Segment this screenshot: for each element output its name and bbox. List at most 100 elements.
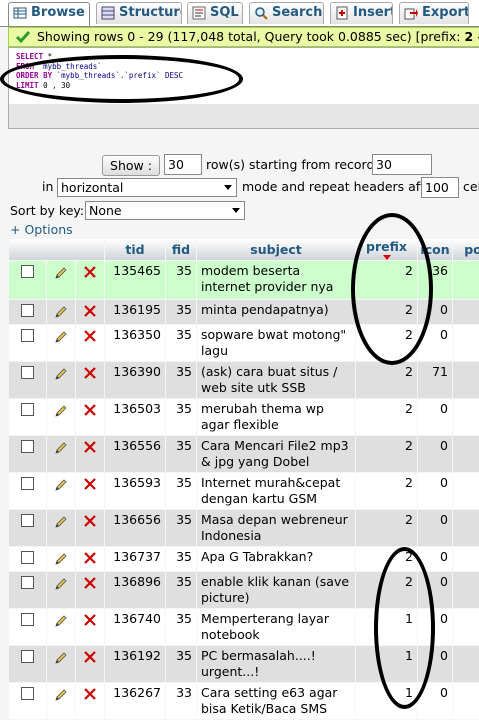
- row-checkbox[interactable]: [9, 473, 46, 509]
- edit-icon[interactable]: [47, 683, 75, 719]
- edit-icon[interactable]: [47, 572, 75, 608]
- display-mode-select[interactable]: horizontal: [57, 178, 237, 197]
- column-header-fid[interactable]: fid: [166, 239, 196, 260]
- delete-icon[interactable]: [76, 325, 104, 361]
- cell-subject: Cara setting e63 agar bisa Ketik/Baca SM…: [197, 683, 355, 719]
- checkbox-box[interactable]: [21, 650, 34, 663]
- pencil-icon: [55, 479, 67, 491]
- checkbox-box[interactable]: [21, 576, 34, 589]
- row-checkbox[interactable]: [9, 646, 46, 682]
- checkbox-box[interactable]: [21, 477, 34, 490]
- column-header-icon[interactable]: icon: [418, 239, 452, 260]
- delete-icon[interactable]: [76, 362, 104, 398]
- checkbox-box[interactable]: [21, 440, 34, 453]
- cell-icon: 0: [418, 399, 452, 435]
- delete-icon[interactable]: [76, 300, 104, 324]
- checkbox-box[interactable]: [21, 329, 34, 342]
- edit-icon[interactable]: [47, 325, 75, 361]
- checkbox-box[interactable]: [21, 613, 34, 626]
- delete-icon[interactable]: [76, 436, 104, 472]
- delete-icon[interactable]: [76, 473, 104, 509]
- checkbox-box[interactable]: [21, 551, 34, 564]
- delete-icon[interactable]: [76, 261, 104, 299]
- tab-browse[interactable]: Browse: [8, 2, 90, 27]
- delete-icon[interactable]: [76, 683, 104, 719]
- edit-icon[interactable]: [47, 399, 75, 435]
- edit-icon[interactable]: [47, 436, 75, 472]
- cell-subject: enable klik kanan (save picture): [197, 572, 355, 608]
- edit-icon[interactable]: [47, 261, 75, 299]
- tab-export[interactable]: Export: [399, 2, 469, 24]
- mode-label: mode and repeat headers after: [242, 179, 438, 194]
- row-checkbox[interactable]: [9, 436, 46, 472]
- table-row[interactable]: 136740 35 Memperterang layar notebook 1 0: [9, 609, 479, 645]
- edit-icon[interactable]: [47, 362, 75, 398]
- tab-insert[interactable]: Insert: [330, 2, 393, 24]
- row-checkbox[interactable]: [9, 547, 46, 571]
- table-row[interactable]: 135465 35 modem beserta internet provider …: [9, 261, 479, 299]
- delete-icon[interactable]: [76, 547, 104, 571]
- delete-x-icon: [84, 614, 96, 626]
- options-link[interactable]: + Options: [10, 222, 73, 237]
- row-checkbox[interactable]: [9, 399, 46, 435]
- start-record-input[interactable]: 30: [372, 154, 432, 175]
- cell-tid: 136593: [105, 473, 165, 509]
- table-row[interactable]: 136390 35 (ask) cara buat situs / web site…: [9, 362, 479, 398]
- column-header-po[interactable]: po: [453, 239, 479, 260]
- row-checkbox[interactable]: [9, 510, 46, 546]
- sql-query-area[interactable]: SELECT * FROM `mybb_threads` ORDER BY `m…: [9, 48, 479, 104]
- chevron-down-icon: [224, 185, 232, 190]
- table-row[interactable]: 136656 35 Masa depan webreneur Indonesia 2 0: [9, 510, 479, 546]
- edit-icon[interactable]: [47, 609, 75, 645]
- row-checkbox[interactable]: [9, 300, 46, 324]
- tab-search[interactable]: Search: [249, 2, 324, 24]
- row-checkbox[interactable]: [9, 572, 46, 608]
- table-row[interactable]: 136195 35 minta pendapatnya) 2 0: [9, 300, 479, 324]
- cell-fid: 35: [166, 362, 196, 398]
- checkbox-box[interactable]: [21, 514, 34, 527]
- row-checkbox[interactable]: [9, 325, 46, 361]
- row-checkbox[interactable]: [9, 261, 46, 299]
- rows-count-input[interactable]: 30: [164, 154, 202, 175]
- checkbox-box[interactable]: [21, 265, 34, 278]
- cell-po: [453, 261, 479, 299]
- table-row[interactable]: 136350 35 sopware bwat motong" lagu 2 0: [9, 325, 479, 361]
- column-header-prefix[interactable]: prefix: [356, 239, 417, 260]
- delete-x-icon: [84, 404, 96, 416]
- row-checkbox[interactable]: [9, 362, 46, 398]
- tab-insert-label: Insert: [353, 5, 393, 20]
- edit-icon[interactable]: [47, 300, 75, 324]
- table-row[interactable]: 136556 35 Cara Mencari File2 mp3 & jpg yan…: [9, 436, 479, 472]
- row-checkbox[interactable]: [9, 683, 46, 719]
- table-row[interactable]: 136503 35 merubah thema wp agar flexible 2 0: [9, 399, 479, 435]
- checkbox-box[interactable]: [21, 687, 34, 700]
- checkbox-box[interactable]: [21, 304, 34, 317]
- delete-icon[interactable]: [76, 646, 104, 682]
- table-row[interactable]: 136192 35 PC bermasalah....! urgent...! 1 0: [9, 646, 479, 682]
- pencil-icon: [55, 368, 67, 380]
- column-header-subject[interactable]: subject: [197, 239, 355, 260]
- table-row[interactable]: 136896 35 enable klik kanan (save picture)…: [9, 572, 479, 608]
- delete-icon[interactable]: [76, 572, 104, 608]
- delete-icon[interactable]: [76, 510, 104, 546]
- repeat-headers-input[interactable]: 100: [421, 177, 459, 198]
- table-row[interactable]: 136593 35 Internet murah&cepat dengan kart…: [9, 473, 479, 509]
- tab-structure[interactable]: Structure: [96, 2, 182, 24]
- row-checkbox[interactable]: [9, 609, 46, 645]
- delete-icon[interactable]: [76, 609, 104, 645]
- checkbox-box[interactable]: [21, 366, 34, 379]
- delete-icon[interactable]: [76, 399, 104, 435]
- edit-icon[interactable]: [47, 473, 75, 509]
- show-button[interactable]: Show :: [102, 155, 160, 176]
- cell-prefix: 2: [356, 473, 417, 509]
- tab-sql[interactable]: SQL: [187, 2, 243, 24]
- sort-by-key-select[interactable]: None: [85, 201, 245, 220]
- edit-icon[interactable]: [47, 547, 75, 571]
- edit-icon[interactable]: [47, 646, 75, 682]
- column-header-tid[interactable]: tid: [105, 239, 165, 260]
- table-row[interactable]: 136267 33 Cara setting e63 agar bisa Ketik…: [9, 683, 479, 719]
- checkbox-box[interactable]: [21, 403, 34, 416]
- cell-icon: 0: [418, 683, 452, 719]
- table-row[interactable]: 136737 35 Apa G Tabrakkan? 2 0: [9, 547, 479, 571]
- edit-icon[interactable]: [47, 510, 75, 546]
